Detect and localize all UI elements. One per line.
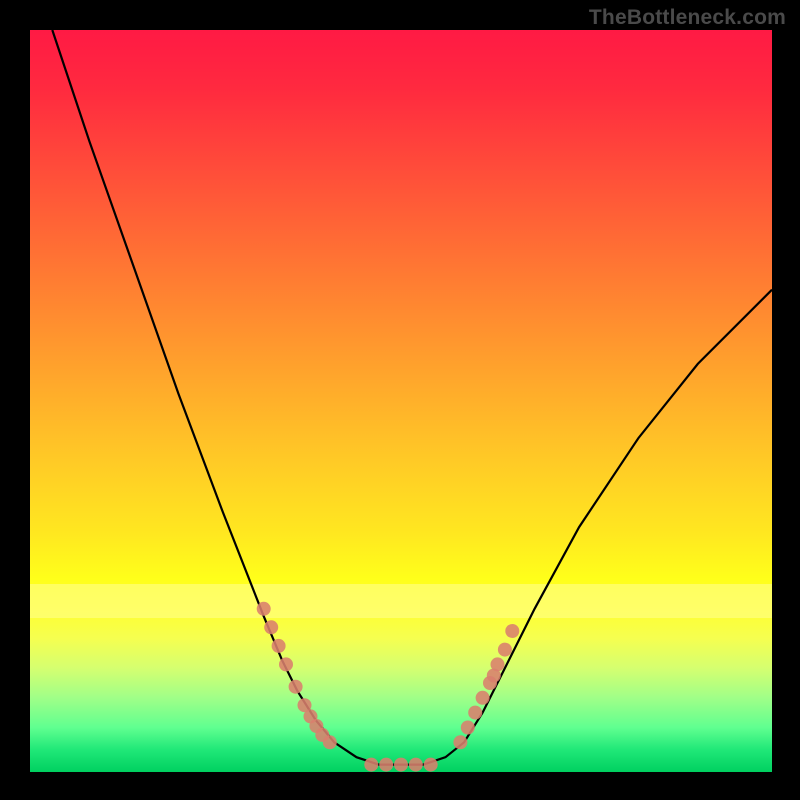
chart-svg (30, 30, 772, 772)
plot-area (30, 30, 772, 772)
data-point (468, 706, 482, 720)
attribution-label: TheBottleneck.com (589, 6, 786, 30)
bottom-cluster (364, 758, 437, 772)
data-point (498, 643, 512, 657)
data-point (272, 639, 286, 653)
right-cluster (453, 624, 519, 749)
data-point (264, 620, 278, 634)
data-point (323, 735, 337, 749)
data-point (461, 721, 475, 735)
data-point (379, 758, 393, 772)
data-point (257, 602, 271, 616)
data-point (476, 691, 490, 705)
data-point (424, 758, 438, 772)
data-point (409, 758, 423, 772)
bottleneck-curve (52, 30, 772, 765)
data-point (505, 624, 519, 638)
data-point (289, 680, 303, 694)
curve-path-group (52, 30, 772, 765)
data-point (491, 657, 505, 671)
chart-container: TheBottleneck.com (0, 0, 800, 800)
data-point (453, 735, 467, 749)
data-point (279, 657, 293, 671)
data-point (364, 758, 378, 772)
left-cluster (257, 602, 337, 750)
data-point (394, 758, 408, 772)
